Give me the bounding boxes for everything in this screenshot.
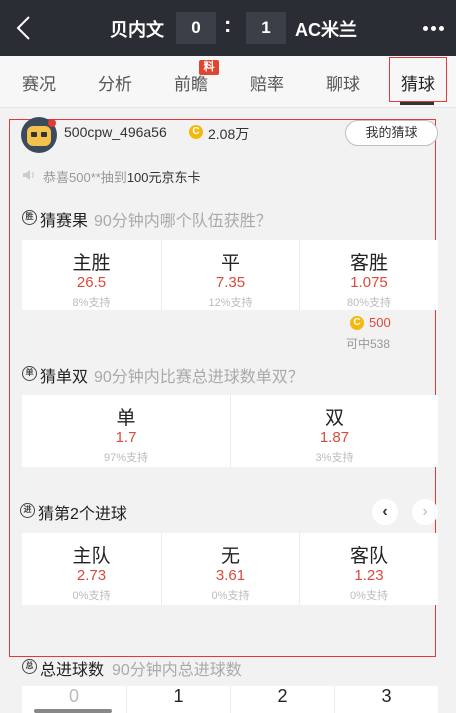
total-goals-section-icon: 总 <box>22 659 37 674</box>
odd-even-section-icon: 单 <box>22 366 37 381</box>
active-tab-highlight <box>389 57 447 102</box>
stake-amount: 500 <box>369 315 391 330</box>
active-tab-underline <box>400 102 434 105</box>
home-team-name: 贝内文 <box>110 20 164 40</box>
option-odd[interactable]: 单 1.7 97%支持 <box>22 395 230 467</box>
chevron-left-icon[interactable]: ‹ <box>372 499 398 525</box>
odd-even-section-title: 猜单双 <box>40 369 89 386</box>
second-goal-section-icon: 进 <box>20 503 35 518</box>
option-draw[interactable]: 平 7.35 12%支持 <box>161 240 299 310</box>
result-options: 主胜 26.5 8%支持 平 7.35 12%支持 客胜 1.075 80%支持 <box>22 240 438 310</box>
chevron-right-icon[interactable]: › <box>412 499 438 525</box>
home-score: 0 <box>176 12 216 44</box>
tab-chat[interactable]: 聊球 <box>326 70 360 95</box>
username: 500cpw_496a56 <box>64 124 167 140</box>
option-goals-1[interactable]: 1 <box>126 686 230 713</box>
stake-coin-icon: C <box>350 316 364 330</box>
result-section-icon: 胜 <box>22 210 37 225</box>
odd-even-section-subtitle: 90分钟内比赛总进球数单双？ <box>94 369 304 386</box>
scroll-indicator <box>34 709 112 713</box>
coin-balance: 2.08万 <box>208 126 250 142</box>
tab-match-status[interactable]: 赛况 <box>22 70 56 95</box>
result-section-subtitle: 90分钟内哪个队伍获胜？ <box>94 213 272 230</box>
total-goals-section-title: 总进球数 <box>40 662 105 679</box>
prize-notice: 恭喜500**抽到100元京东卡 <box>43 170 201 185</box>
speaker-icon <box>22 168 36 182</box>
my-guess-button[interactable]: 我的猜球 <box>345 120 438 146</box>
back-icon[interactable] <box>12 14 38 42</box>
result-section-title: 猜赛果 <box>40 213 89 230</box>
more-icon[interactable] <box>423 26 444 31</box>
option-goals-2[interactable]: 2 <box>230 686 334 713</box>
option-even[interactable]: 双 1.87 3%支持 <box>230 395 438 467</box>
option-home-team[interactable]: 主队 2.73 0%支持 <box>22 533 161 605</box>
option-goals-3[interactable]: 3 <box>334 686 438 713</box>
notification-dot <box>48 119 56 127</box>
match-header: 贝内文 0 : 1 AC米兰 <box>0 0 456 56</box>
tab-analysis[interactable]: 分析 <box>98 70 132 95</box>
tab-bar: 赛况 分析 前瞻 赔率 聊球 猜球 <box>0 56 456 108</box>
odd-even-options: 单 1.7 97%支持 双 1.87 3%支持 <box>22 395 438 467</box>
tab-odds[interactable]: 赔率 <box>250 70 284 95</box>
option-away-team[interactable]: 客队 1.23 0%支持 <box>299 533 438 605</box>
second-goal-options: 主队 2.73 0%支持 无 3.61 0%支持 客队 1.23 0%支持 <box>22 533 438 605</box>
second-goal-section-title: 猜第2个进球 <box>38 506 127 523</box>
away-team-name: AC米兰 <box>295 20 357 40</box>
option-away-win[interactable]: 客胜 1.075 80%支持 <box>299 240 438 310</box>
potential-winnings: 可中538 <box>346 337 391 351</box>
tab-preview-badge: 料 <box>199 60 219 75</box>
total-goals-section-subtitle: 90分钟内总进球数 <box>112 662 242 679</box>
away-score: 1 <box>246 12 286 44</box>
score-separator: : <box>224 12 232 37</box>
coin-icon: C <box>189 125 203 139</box>
total-goals-options: 0 1 2 3 <box>22 686 438 713</box>
option-none[interactable]: 无 3.61 0%支持 <box>161 533 299 605</box>
option-home-win[interactable]: 主胜 26.5 8%支持 <box>22 240 161 310</box>
